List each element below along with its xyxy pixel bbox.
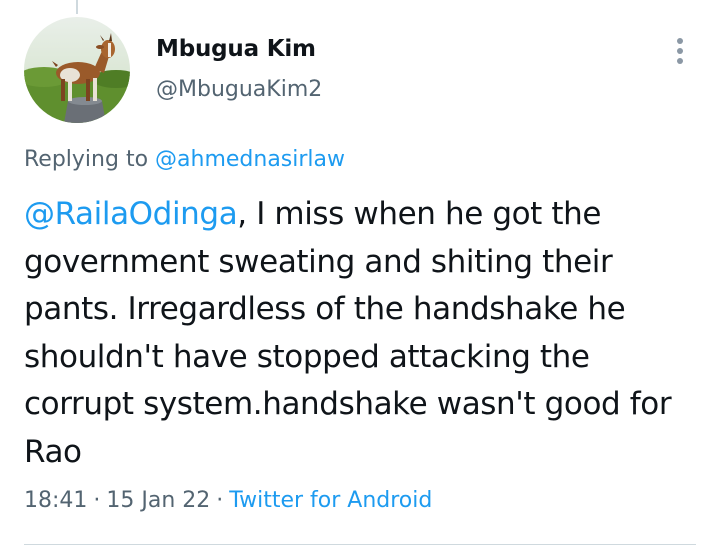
meta-separator: ·	[216, 488, 224, 513]
replying-to-mention-link[interactable]: @ahmednasirlaw	[155, 147, 345, 172]
tweet-body: , I miss when he got the government swea…	[24, 196, 672, 470]
tweet-meta: 18:41 · 15 Jan 22 · Twitter for Android	[24, 488, 432, 513]
replying-to-prefix: Replying to	[24, 147, 149, 172]
replying-to-line: Replying to @ahmednasirlaw	[24, 147, 345, 172]
more-options-dot	[677, 48, 683, 54]
more-options-icon[interactable]	[668, 34, 692, 68]
goat-avatar-icon[interactable]	[24, 17, 130, 123]
tweet-time[interactable]: 18:41	[24, 488, 87, 513]
thread-connector-line	[76, 0, 78, 14]
meta-separator: ·	[93, 488, 101, 513]
author-display-name[interactable]: Mbugua Kim	[156, 36, 316, 62]
tweet-text: @RailaOdinga, I miss when he got the gov…	[24, 191, 704, 477]
divider	[24, 544, 696, 545]
tweet-mention-link[interactable]: @RailaOdinga	[24, 196, 238, 232]
more-options-dot	[677, 58, 683, 64]
tweet-date[interactable]: 15 Jan 22	[106, 488, 210, 513]
more-options-dot	[677, 38, 683, 44]
tweet-source-link[interactable]: Twitter for Android	[229, 488, 432, 513]
author-handle[interactable]: @MbuguaKim2	[156, 77, 322, 102]
